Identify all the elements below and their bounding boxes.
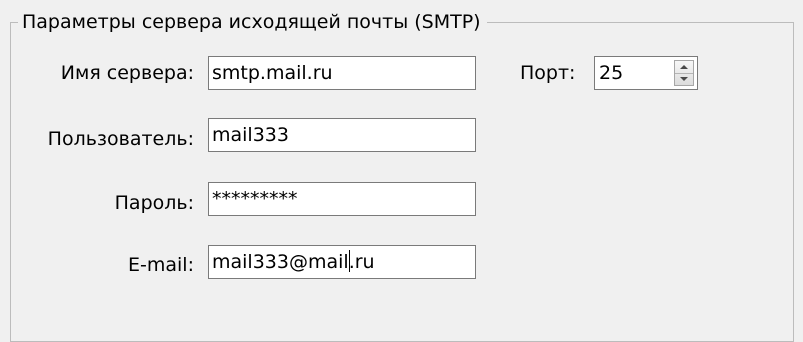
triangle-up-icon	[680, 65, 688, 69]
server-name-input[interactable]: smtp.mail.ru	[208, 56, 476, 90]
user-label: Пользователь:	[47, 128, 194, 150]
smtp-group-title: Параметры сервера исходящей почты (SMTP)	[18, 9, 487, 35]
user-input[interactable]: mail333	[208, 118, 476, 152]
password-label: Пароль:	[114, 192, 194, 214]
email-label: E-mail:	[128, 254, 194, 276]
port-spinbox[interactable]: 25	[594, 56, 698, 90]
password-input[interactable]: *********	[208, 182, 476, 216]
triangle-down-icon	[680, 77, 688, 81]
port-label: Порт:	[520, 62, 576, 84]
port-decrement-button[interactable]	[675, 73, 693, 85]
server-name-label: Имя сервера:	[60, 62, 194, 84]
email-value-start: mail333@mail	[212, 251, 349, 273]
email-input[interactable]: mail333@mail.ru	[208, 245, 476, 279]
port-value[interactable]: 25	[599, 57, 623, 89]
email-value-end: .ru	[348, 251, 375, 273]
port-spin-buttons	[674, 60, 694, 86]
